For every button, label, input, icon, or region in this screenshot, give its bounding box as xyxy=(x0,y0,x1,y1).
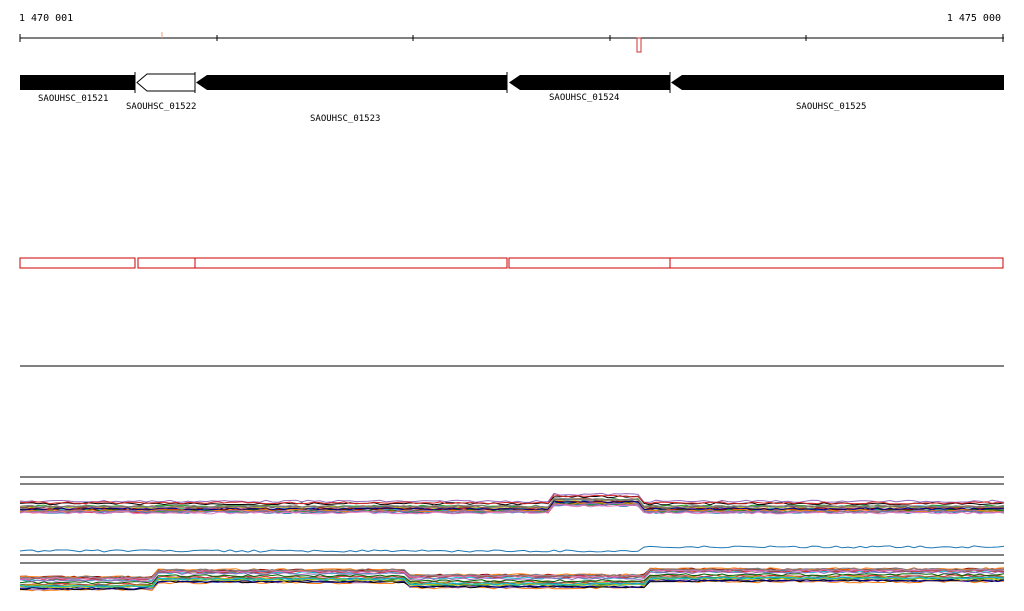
ruler-axis xyxy=(19,32,1004,53)
feature-box[interactable] xyxy=(19,257,136,269)
gene-arrow-SAOUHSC_01524[interactable] xyxy=(509,75,670,90)
gene-arrow-SAOUHSC_01521[interactable] xyxy=(20,75,135,90)
coverage-track-single xyxy=(19,545,1005,553)
variant-mark xyxy=(636,37,642,53)
coverage-track-bottom xyxy=(19,567,1005,592)
coverage-line xyxy=(19,494,1005,505)
gene-label-SAOUHSC_01521: SAOUHSC_01521 xyxy=(38,94,108,104)
feature-box-track xyxy=(19,257,1004,269)
gene-label-SAOUHSC_01523: SAOUHSC_01523 xyxy=(310,114,380,124)
track-canvas[interactable]: SAOUHSC_01521 SAOUHSC_01522 SAOUHSC_0152… xyxy=(0,0,1024,611)
gene-arrow-SAOUHSC_01523[interactable] xyxy=(196,75,507,90)
coverage-line xyxy=(19,492,1005,503)
gene-label-SAOUHSC_01524: SAOUHSC_01524 xyxy=(549,93,619,103)
gene-label-SAOUHSC_01522: SAOUHSC_01522 xyxy=(126,102,196,112)
gene-arrow-SAOUHSC_01525[interactable] xyxy=(671,75,1004,90)
feature-box[interactable] xyxy=(194,257,508,269)
gene-track: SAOUHSC_01521 SAOUHSC_01522 SAOUHSC_0152… xyxy=(20,72,1004,124)
genome-browser-view[interactable]: 1 470 001 1 475 000 SAOUHSC_01521 SAOUHS… xyxy=(0,0,1024,611)
coverage-line xyxy=(19,545,1005,553)
feature-box[interactable] xyxy=(669,257,1004,269)
gene-label-SAOUHSC_01525: SAOUHSC_01525 xyxy=(796,102,866,112)
coverage-track-top xyxy=(19,492,1005,515)
feature-box[interactable] xyxy=(508,257,671,269)
feature-box[interactable] xyxy=(137,257,196,269)
gene-arrow-SAOUHSC_01522[interactable] xyxy=(136,73,196,92)
